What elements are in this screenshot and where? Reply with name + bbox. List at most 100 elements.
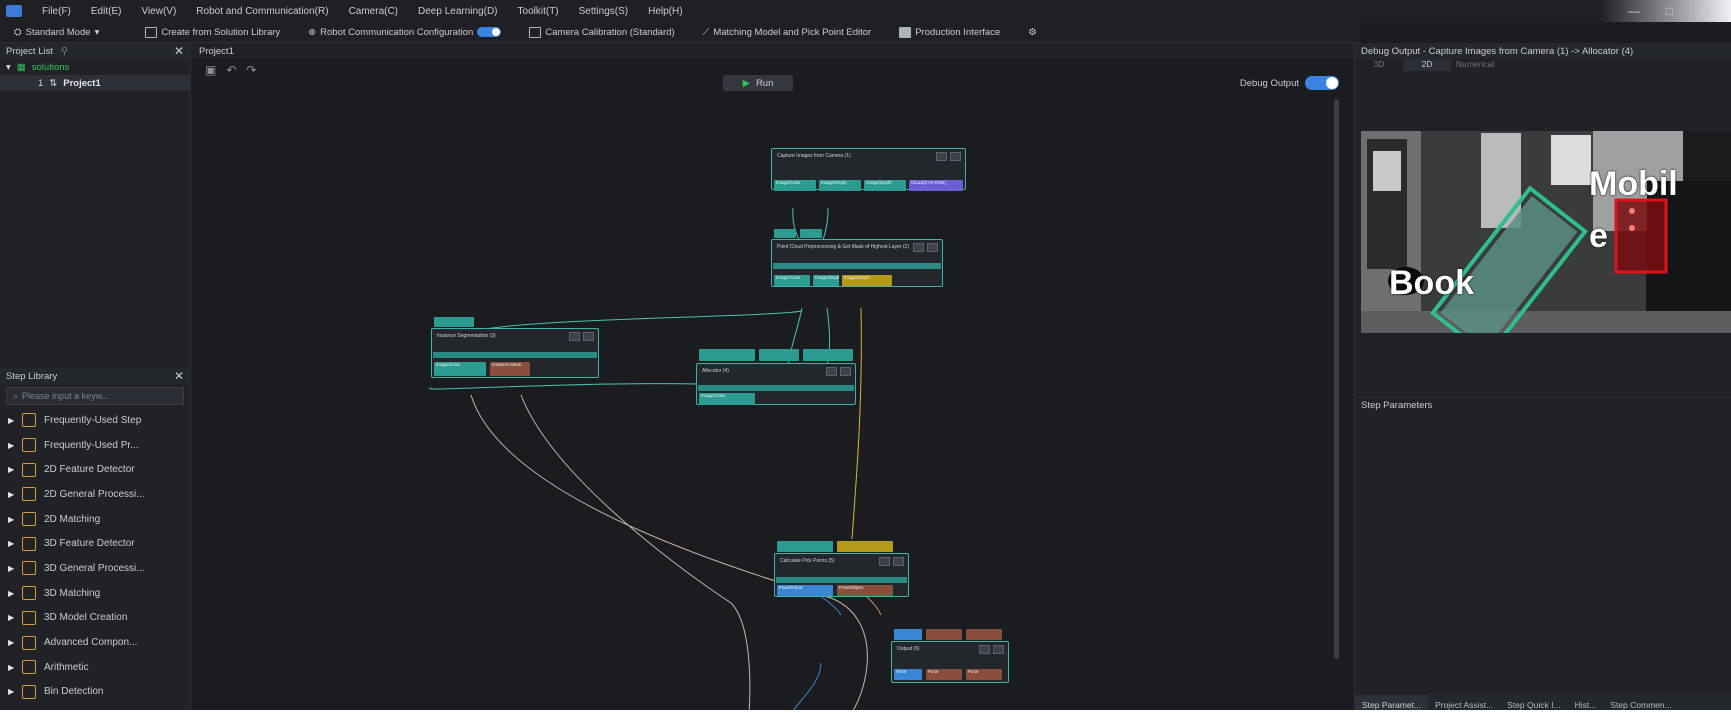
tree-item-project1[interactable]: 1 ⇅ Project1 bbox=[0, 75, 190, 91]
node-input-port[interactable] bbox=[699, 349, 755, 361]
expand-arrow-icon[interactable]: ▶ bbox=[8, 539, 14, 548]
camera-calibration-button[interactable]: Camera Calibration (Standard) bbox=[515, 26, 688, 38]
menu-edit[interactable]: Edit(E) bbox=[81, 6, 132, 17]
step-library-item[interactable]: ▶ 2D General Processi... bbox=[0, 482, 190, 507]
graph-node-point-cloud-preprocessing[interactable]: Point Cloud Preprocessing & Get Mask of … bbox=[771, 229, 943, 287]
node-input-port[interactable] bbox=[434, 317, 474, 327]
node-run-icon[interactable] bbox=[927, 243, 938, 252]
tab-history[interactable]: Hist... bbox=[1568, 700, 1604, 710]
expand-arrow-icon[interactable]: ▶ bbox=[8, 441, 14, 450]
step-library-item[interactable]: ▶ 2D Feature Detector bbox=[0, 457, 190, 482]
step-library-item[interactable]: ▶ 3D Model Creation bbox=[0, 606, 190, 631]
step-search-input[interactable]: ⌕ Please input a keyw... bbox=[6, 387, 184, 405]
step-library-item[interactable]: ▶ 2D Matching bbox=[0, 507, 190, 532]
node-input-port[interactable] bbox=[774, 229, 796, 238]
node-input-port[interactable] bbox=[759, 349, 799, 361]
node-settings-icon[interactable] bbox=[826, 367, 837, 376]
node-output-port[interactable]: Image/Color bbox=[774, 275, 810, 286]
step-library-item[interactable]: ▶ Advanced Compon... bbox=[0, 630, 190, 655]
expand-arrow-icon[interactable]: ▶ bbox=[8, 416, 14, 425]
step-library-item[interactable]: ▶ 3D Feature Detector bbox=[0, 531, 190, 556]
matching-model-button[interactable]: ⟋ Matching Model and Pick Point Editor bbox=[689, 27, 886, 38]
create-from-library-button[interactable]: Create from Solution Library bbox=[131, 26, 294, 38]
node-output-port[interactable]: Image/Depth bbox=[813, 275, 839, 286]
expand-arrow-icon[interactable]: ▶ bbox=[8, 465, 14, 474]
menu-view[interactable]: View(V) bbox=[131, 6, 186, 17]
step-library-item[interactable]: ▶ Frequently-Used Pr... bbox=[0, 433, 190, 458]
graph-node-allocator[interactable]: Allocator (4) Image/Color bbox=[696, 349, 856, 405]
node-output-port[interactable]: Image/Color bbox=[434, 362, 486, 376]
node-output-port[interactable]: Instance Mask bbox=[490, 362, 530, 376]
node-input-port[interactable] bbox=[837, 541, 893, 552]
expand-arrow-icon[interactable]: ▶ bbox=[8, 613, 14, 622]
settings-gear-button[interactable]: ⚙ bbox=[1014, 27, 1051, 38]
menu-toolkit[interactable]: Toolkit(T) bbox=[508, 6, 569, 17]
node-input-port[interactable] bbox=[894, 629, 922, 640]
expand-arrow-icon[interactable]: ▶ bbox=[8, 589, 14, 598]
graph-node-output[interactable]: Output (6) Pose Pose Pose bbox=[891, 629, 1009, 683]
node-run-icon[interactable] bbox=[840, 367, 851, 376]
node-input-port[interactable] bbox=[926, 629, 962, 640]
node-output-port[interactable]: Image/Depth bbox=[864, 180, 906, 191]
maximize-icon[interactable]: □ bbox=[1666, 4, 1673, 18]
node-output-port[interactable]: Pose/Object bbox=[837, 585, 893, 596]
tab-step-quick-info[interactable]: Step Quick I... bbox=[1500, 700, 1567, 710]
menu-help[interactable]: Help(H) bbox=[638, 6, 692, 17]
close-icon[interactable]: ✕ bbox=[1699, 4, 1709, 18]
expand-arrow-icon[interactable]: ▶ bbox=[8, 638, 14, 647]
expand-arrow-icon[interactable]: ▶ bbox=[8, 515, 14, 524]
menu-deep-learning[interactable]: Deep Learning(D) bbox=[408, 6, 508, 17]
close-icon[interactable]: ✕ bbox=[174, 44, 184, 58]
tree-root-solutions[interactable]: ▾ ▦ solutions bbox=[0, 59, 190, 75]
graph-node-calculate-pick-points[interactable]: Calculate Pick Points (5) Pose/Robot Pos… bbox=[774, 541, 909, 597]
menu-settings[interactable]: Settings(S) bbox=[569, 6, 638, 17]
node-settings-icon[interactable] bbox=[979, 645, 990, 654]
node-input-port[interactable] bbox=[803, 349, 853, 361]
camera-image-view[interactable]: Book Mobil e bbox=[1361, 131, 1731, 333]
expand-arrow-icon[interactable]: ▶ bbox=[8, 564, 14, 573]
expand-arrow-icon[interactable]: ▶ bbox=[8, 687, 14, 696]
node-settings-icon[interactable] bbox=[879, 557, 890, 566]
mode-selector[interactable]: ⛭ Standard Mode ▾ bbox=[0, 27, 113, 38]
menu-file[interactable]: File(F) bbox=[32, 6, 81, 17]
tab-3d[interactable]: 3D bbox=[1355, 59, 1403, 71]
robot-comm-toggle[interactable] bbox=[477, 27, 502, 37]
tab-step-comments[interactable]: Step Commen... bbox=[1603, 700, 1678, 710]
step-library-item[interactable]: ▶ Arithmetic bbox=[0, 655, 190, 680]
tab-2d[interactable]: 2D bbox=[1403, 59, 1451, 71]
node-run-icon[interactable] bbox=[950, 152, 961, 161]
pin-icon[interactable]: ⚲ bbox=[61, 46, 68, 57]
node-output-port[interactable]: Image/Depth bbox=[819, 180, 861, 191]
node-run-icon[interactable] bbox=[993, 645, 1004, 654]
step-library-item[interactable]: ▶Camera bbox=[0, 704, 190, 714]
node-run-icon[interactable] bbox=[893, 557, 904, 566]
node-settings-icon[interactable] bbox=[569, 332, 580, 341]
node-settings-icon[interactable] bbox=[913, 243, 924, 252]
tab-numerical[interactable]: Numerical bbox=[1451, 59, 1499, 71]
step-library-item[interactable]: ▶ Frequently-Used Step bbox=[0, 408, 190, 433]
step-library-item[interactable]: ▶ 3D Matching bbox=[0, 581, 190, 606]
node-input-port[interactable] bbox=[800, 229, 822, 238]
menu-camera[interactable]: Camera(C) bbox=[339, 6, 408, 17]
node-output-port[interactable]: Cloud(XYZ-RGB) bbox=[909, 180, 963, 191]
minimize-icon[interactable]: — bbox=[1628, 4, 1640, 18]
node-output-port[interactable]: Pose bbox=[894, 669, 922, 680]
node-input-port[interactable] bbox=[966, 629, 1002, 640]
tab-project-assistant[interactable]: Project Assist... bbox=[1428, 700, 1500, 710]
production-interface-button[interactable]: Production Interface bbox=[885, 26, 1014, 38]
close-icon[interactable]: ✕ bbox=[174, 369, 184, 383]
project-canvas[interactable]: Project1 ▣ ↶ ↷ ▶ Run Debug Output Captur… bbox=[191, 43, 1361, 714]
graph-node-capture-images[interactable]: Capture Images from Camera (1) Image/Col… bbox=[771, 148, 966, 191]
menu-robot-communication[interactable]: Robot and Communication(R) bbox=[186, 6, 338, 17]
node-output-port[interactable]: Pose bbox=[926, 669, 962, 680]
step-library-item[interactable]: ▶ 3D General Processi... bbox=[0, 556, 190, 581]
expand-arrow-icon[interactable]: ▶ bbox=[8, 490, 14, 499]
node-output-port[interactable]: Image/Color bbox=[699, 393, 755, 405]
robot-comm-config-button[interactable]: ⊕ Robot Communication Configuration bbox=[294, 27, 515, 38]
node-run-icon[interactable] bbox=[583, 332, 594, 341]
node-output-port[interactable]: Image/Depth bbox=[842, 275, 892, 286]
node-output-port[interactable]: Pose bbox=[966, 669, 1002, 680]
graph-node-instance-segmentation[interactable]: Instance Segmentation (3) Image/Color In… bbox=[431, 317, 599, 378]
expand-arrow-icon[interactable]: ▶ bbox=[8, 663, 14, 672]
node-input-port[interactable] bbox=[777, 541, 833, 552]
